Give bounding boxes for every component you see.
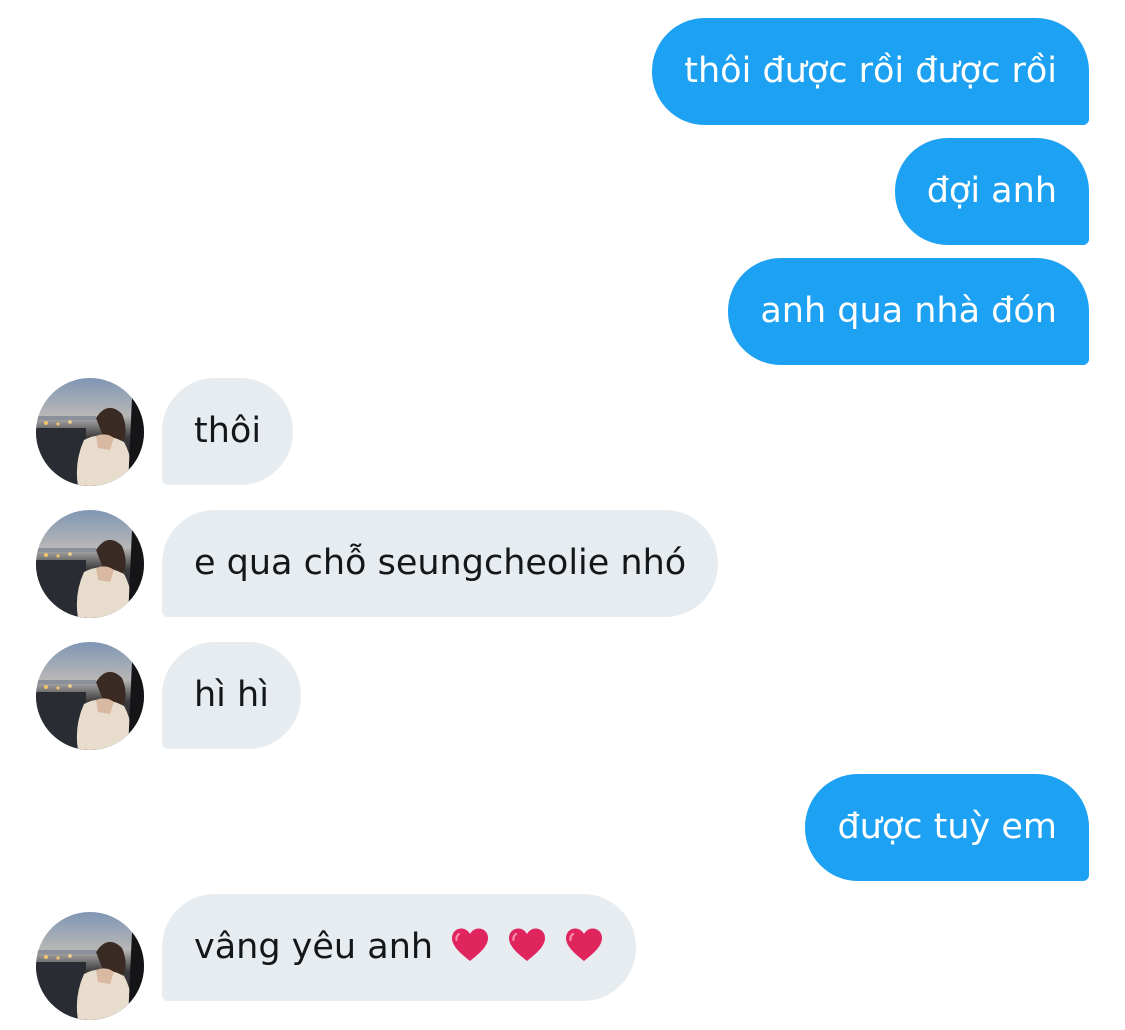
received-message-bubble[interactable]: vâng yêu anh <box>162 894 637 1001</box>
message-text: hì hì <box>194 675 269 715</box>
sent-message-bubble[interactable]: được tuỳ em <box>805 774 1089 881</box>
contact-avatar[interactable] <box>36 912 144 1020</box>
message-text: anh qua nhà đón <box>760 291 1057 331</box>
contact-avatar[interactable] <box>36 642 144 750</box>
sent-message-bubble[interactable]: thôi được rồi được rồi <box>652 18 1089 125</box>
message-text: được tuỳ em <box>837 807 1057 847</box>
received-message-bubble[interactable]: hì hì <box>162 642 301 749</box>
received-message-bubble[interactable]: e qua chỗ seungcheolie nhó <box>162 510 719 617</box>
message-text: vâng yêu anh <box>194 927 434 967</box>
message-text: e qua chỗ seungcheolie nhó <box>194 543 687 583</box>
message-text: đợi anh <box>926 171 1057 211</box>
red-heart-emoji-icon <box>450 927 490 963</box>
contact-avatar[interactable] <box>36 510 144 618</box>
red-heart-emoji-icon <box>507 927 547 963</box>
message-text: thôi <box>194 411 262 451</box>
sent-message-bubble[interactable]: đợi anh <box>894 138 1089 245</box>
message-text: thôi được rồi được rồi <box>684 51 1057 91</box>
contact-avatar[interactable] <box>36 378 144 486</box>
received-message-bubble[interactable]: thôi <box>162 378 294 485</box>
sent-message-bubble[interactable]: anh qua nhà đón <box>728 258 1089 365</box>
red-heart-emoji-icon <box>564 927 604 963</box>
